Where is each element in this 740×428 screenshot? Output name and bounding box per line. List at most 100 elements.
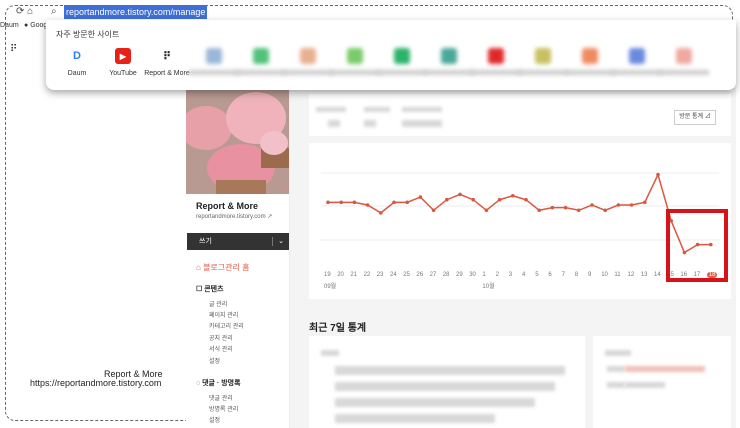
frequent-sites-dropdown: 자주 방문한 사이트 D Daum ▶ YouTube ⠟ Report & M…	[46, 20, 736, 90]
x-tick-label: 10	[601, 272, 608, 278]
sidebar-item[interactable]: 페이지 관리	[209, 310, 238, 319]
data-point[interactable]	[590, 203, 594, 207]
data-point[interactable]	[418, 195, 423, 199]
data-point[interactable]	[458, 192, 462, 197]
x-tick-label: 25	[403, 272, 410, 278]
visit-stats-button[interactable]: 방문 통계 ⊿	[674, 110, 716, 125]
sidebar-section-content[interactable]: ☐ 콘텐츠	[196, 284, 224, 294]
tistory-icon: ⠟	[162, 50, 172, 63]
summary-card	[309, 94, 731, 136]
x-tick-label: 30	[469, 272, 476, 278]
data-point[interactable]	[484, 208, 489, 213]
sidebar-item[interactable]: 방명록 관리	[209, 404, 238, 413]
bookmark-daum[interactable]: Daum	[0, 22, 19, 29]
data-point[interactable]	[431, 208, 436, 213]
x-tick-label: 11	[614, 272, 621, 278]
sidebar-item[interactable]: 글 관리	[209, 299, 227, 308]
weekly-side-card	[593, 336, 731, 428]
frequent-sites-title: 자주 방문한 사이트	[56, 30, 120, 39]
x-tick-label: 9	[588, 272, 592, 278]
sidebar-section-comments[interactable]: ◌ 댓글 · 방명록	[196, 378, 241, 388]
daum-icon: D	[69, 48, 85, 64]
x-tick-label: 2	[495, 272, 499, 278]
weekly-stats-title: 최근 7일 통계	[309, 323, 367, 334]
data-point[interactable]	[577, 208, 581, 213]
reload-icon[interactable]: ⟳ ⌂	[16, 6, 33, 17]
data-point[interactable]	[511, 193, 515, 198]
data-point[interactable]	[392, 200, 396, 205]
site-blurred[interactable]	[612, 48, 662, 75]
x-tick-label: 21	[350, 272, 358, 278]
data-point[interactable]	[326, 200, 330, 205]
data-point[interactable]	[471, 197, 475, 202]
sidebar-item[interactable]: 공지 관리	[209, 333, 233, 342]
site-blurred[interactable]	[565, 48, 615, 75]
sidebar-item[interactable]: 카테고리 관리	[209, 321, 244, 330]
blog-cover-image	[186, 88, 289, 194]
sidebar-item[interactable]: 서식 관리	[209, 344, 233, 353]
series-line	[328, 172, 711, 254]
data-point[interactable]	[629, 203, 634, 207]
data-point[interactable]	[379, 211, 383, 215]
x-tick-label: 3	[508, 272, 513, 278]
x-tick-label: 28	[442, 272, 450, 278]
data-point[interactable]	[339, 200, 343, 205]
month-label: 10월	[482, 284, 495, 290]
data-point[interactable]	[656, 172, 660, 177]
site-youtube[interactable]: ▶ YouTube	[98, 48, 148, 77]
site-blurred[interactable]	[377, 48, 427, 75]
data-point[interactable]	[497, 197, 502, 202]
sidebar-home[interactable]: ⌂ 블로그관리 홈	[196, 262, 249, 273]
month-label: 09월	[324, 284, 337, 290]
x-tick-label: 4	[522, 272, 526, 278]
blog-url[interactable]: reportandmore.tistory.com ↗	[196, 213, 272, 220]
data-point[interactable]	[616, 203, 621, 207]
x-tick-label: 22	[363, 272, 371, 278]
search-icon: ⌕	[51, 6, 57, 17]
profile-url: https://reportandmore.tistory.com	[30, 378, 162, 388]
x-tick-label: 6	[548, 272, 552, 278]
data-point[interactable]	[524, 197, 528, 202]
site-blurred[interactable]	[236, 48, 286, 75]
sidebar-item[interactable]: 설정	[209, 356, 220, 365]
site-blurred[interactable]	[330, 48, 380, 75]
x-tick-label: 5	[535, 272, 539, 278]
bookmark-google[interactable]: ● Goog	[24, 22, 47, 29]
data-point[interactable]	[405, 200, 409, 205]
site-blurred[interactable]	[471, 48, 521, 75]
data-point[interactable]	[603, 208, 607, 213]
site-daum[interactable]: D Daum	[52, 48, 102, 77]
x-tick-label: 1	[482, 272, 486, 278]
data-point[interactable]	[550, 205, 555, 210]
tistory-logo-icon[interactable]: ⠟	[10, 44, 17, 55]
write-button[interactable]: 쓰기 ⌄	[187, 233, 289, 250]
site-blurred[interactable]	[518, 48, 568, 75]
x-tick-label: 24	[390, 272, 397, 278]
x-tick-label: 20	[337, 272, 344, 278]
data-point[interactable]	[643, 200, 647, 205]
site-blurred[interactable]	[189, 48, 239, 75]
highlight-box	[666, 209, 728, 282]
x-tick-label: 26	[416, 272, 424, 278]
data-point[interactable]	[537, 208, 541, 213]
data-point[interactable]	[445, 197, 449, 202]
x-tick-label: 13	[640, 272, 648, 278]
x-tick-label: 12	[627, 272, 635, 278]
sidebar-item[interactable]: 댓글 관리	[209, 393, 233, 402]
data-point[interactable]	[563, 205, 568, 210]
x-tick-label: 8	[574, 272, 579, 278]
data-point[interactable]	[365, 203, 370, 207]
site-blurred[interactable]	[659, 48, 709, 75]
site-blurred[interactable]	[283, 48, 333, 75]
data-point[interactable]	[352, 200, 357, 205]
site-report-more[interactable]: ⠟ Report & More	[142, 48, 192, 78]
x-tick-label: 19	[324, 272, 331, 278]
sidebar-item[interactable]: 설정	[209, 415, 220, 424]
site-blurred[interactable]	[424, 48, 474, 75]
address-bar[interactable]: reportandmore.tistory.com/manage	[64, 5, 208, 19]
x-tick-label: 29	[456, 272, 463, 278]
youtube-icon: ▶	[115, 48, 131, 64]
x-tick-label: 27	[429, 272, 437, 278]
chevron-down-icon[interactable]: ⌄	[278, 233, 284, 250]
x-tick-label: 14	[654, 272, 661, 278]
